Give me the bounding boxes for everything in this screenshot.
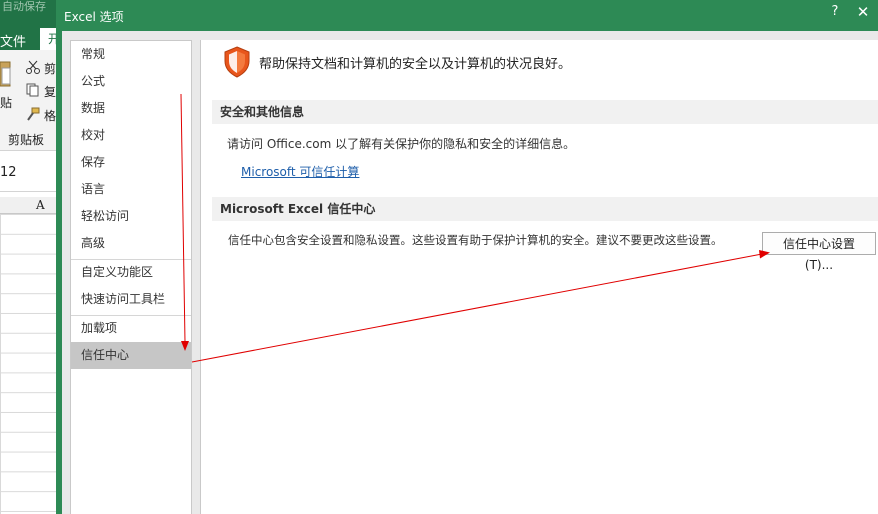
nav-item-data[interactable]: 数据: [71, 95, 191, 122]
autosave-label: 自动保存: [2, 0, 46, 13]
ribbon-clipboard-group: 贴 剪 复 格 剪贴板: [0, 50, 58, 151]
tab-file[interactable]: 文件: [0, 31, 26, 50]
scissors-icon[interactable]: [26, 60, 40, 74]
privacy-info-text: 请访问 Office.com 以了解有关保护你的隐私和安全的详细信息。: [227, 137, 576, 151]
cut-label[interactable]: 剪: [44, 60, 56, 77]
intro-text: 帮助保持文档和计算机的安全以及计算机的状况良好。: [259, 57, 572, 72]
nav-item-proofing[interactable]: 校对: [71, 122, 191, 149]
clipboard-group-label: 剪贴板: [8, 133, 45, 147]
nav-item-advanced[interactable]: 高级: [71, 230, 191, 257]
paste-icon[interactable]: [0, 58, 12, 88]
shield-icon: [224, 46, 250, 78]
copy-label[interactable]: 复: [44, 83, 56, 100]
font-size-box: 12: [0, 151, 58, 192]
trustworthy-computing-link[interactable]: Microsoft 可信任计算: [241, 163, 359, 180]
nav-item-accessibility[interactable]: 轻松访问: [71, 203, 191, 230]
worksheet-grid[interactable]: [0, 214, 59, 514]
copy-icon[interactable]: [26, 83, 40, 97]
nav-item-language[interactable]: 语言: [71, 176, 191, 203]
nav-item-save[interactable]: 保存: [71, 149, 191, 176]
nav-item-add-ins[interactable]: 加载项: [71, 315, 191, 342]
nav-item-customize-ribbon[interactable]: 自定义功能区: [71, 259, 191, 286]
help-button[interactable]: ?: [822, 2, 848, 22]
section-security-info: 安全和其他信息: [212, 100, 878, 124]
trust-center-description: 信任中心包含安全设置和隐私设置。这些设置有助于保护计算机的安全。建议不要更改这些…: [228, 233, 723, 247]
format-painter-icon[interactable]: [26, 107, 40, 121]
paste-label[interactable]: 贴: [0, 94, 12, 111]
nav-item-general[interactable]: 常规: [71, 41, 191, 68]
options-nav: 常规 公式 数据 校对 保存 语言 轻松访问 高级 自定义功能区 快速访问工具栏…: [70, 40, 192, 514]
nav-item-formulas[interactable]: 公式: [71, 68, 191, 95]
nav-item-quick-access-toolbar[interactable]: 快速访问工具栏: [71, 286, 191, 313]
column-header-row: A: [0, 197, 58, 214]
nav-item-trust-center[interactable]: 信任中心: [71, 342, 191, 369]
close-button[interactable]: ✕: [848, 2, 878, 22]
column-a-header[interactable]: A: [36, 198, 45, 212]
trust-center-settings-button[interactable]: 信任中心设置(T)...: [762, 232, 876, 272]
font-size-value[interactable]: 12: [0, 165, 17, 180]
section-trust-center: Microsoft Excel 信任中心: [212, 197, 878, 221]
dialog-title: Excel 选项: [64, 10, 124, 24]
format-painter-label[interactable]: 格: [44, 107, 56, 124]
